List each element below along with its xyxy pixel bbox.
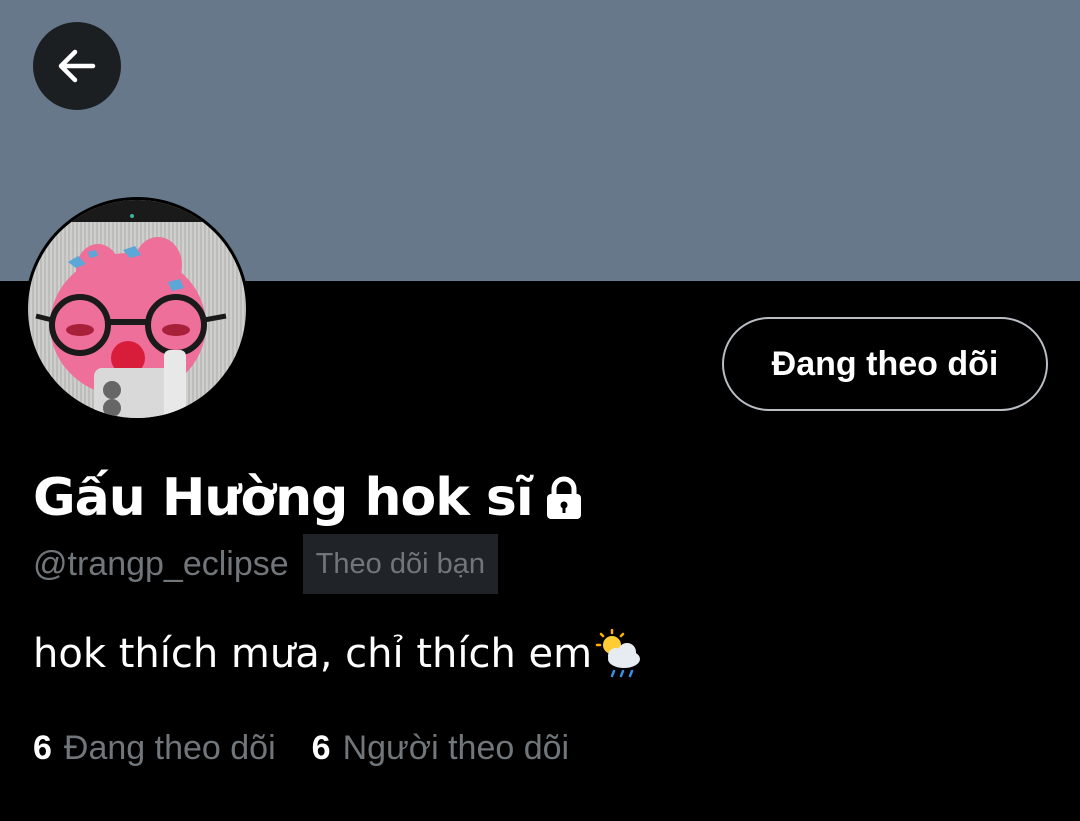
back-button[interactable] (33, 22, 121, 110)
followers-stat[interactable]: 6 Người theo dõi (312, 729, 569, 768)
handle-row: @trangp_eclipse Theo dõi bạn (33, 534, 498, 594)
name-row: Gấu Hường hok sĩ (33, 460, 585, 536)
sun-behind-rain-cloud-icon (595, 629, 641, 678)
bio: hok thích mưa, chỉ thích em (33, 624, 644, 684)
follows-you-badge: Theo dõi bạn (302, 534, 498, 594)
followers-count: 6 (311, 728, 331, 767)
following-count: 6 (33, 728, 52, 767)
following-label: Đang theo dõi (63, 728, 276, 767)
avatar-frame (25, 197, 249, 421)
followers-label: Người theo dõi (342, 728, 570, 767)
profile-stats: 6 Đang theo dõi 6 Người theo dõi (33, 720, 569, 776)
display-name: Gấu Hường hok sĩ (33, 468, 534, 528)
avatar[interactable] (28, 200, 246, 418)
following-stat[interactable]: 6 Đang theo dõi (33, 729, 276, 768)
following-button-label: Đang theo dõi (771, 344, 999, 383)
lock-icon (546, 476, 581, 519)
user-handle: @trangp_eclipse (33, 544, 289, 583)
following-button[interactable]: Đang theo dõi (722, 317, 1048, 411)
bio-text: hok thích mưa, chỉ thích em (33, 631, 593, 677)
arrow-left-icon (58, 49, 96, 83)
